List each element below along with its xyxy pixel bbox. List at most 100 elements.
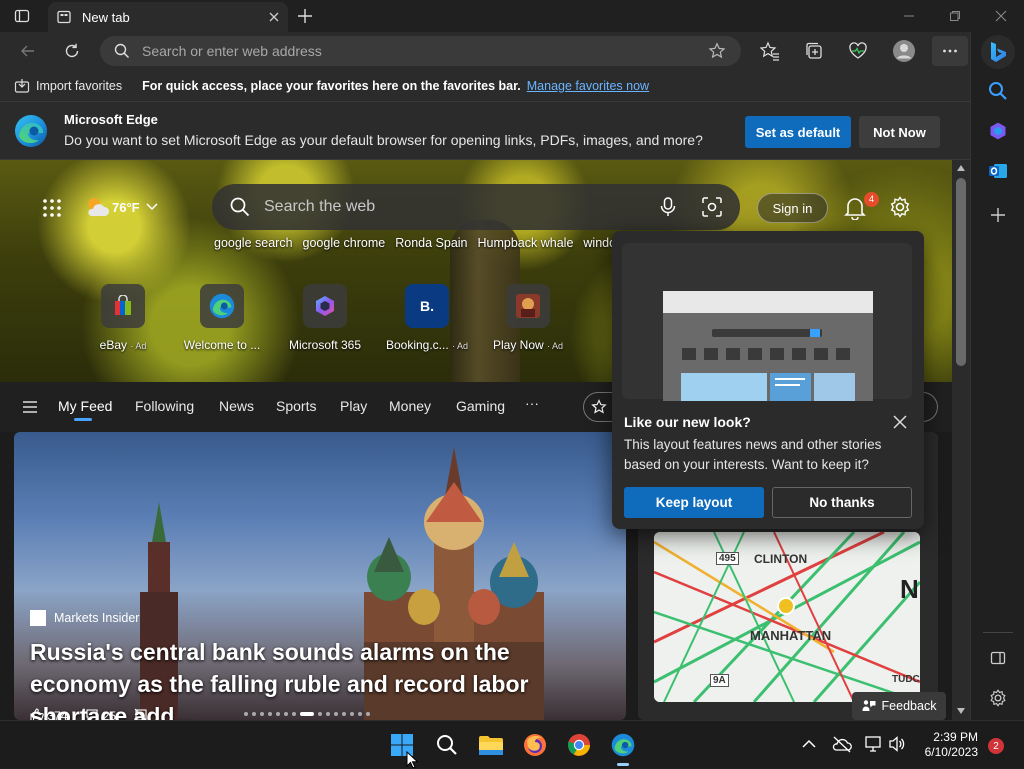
- quick-link-microsoft-365[interactable]: Microsoft 365: [270, 284, 380, 352]
- quick-link-welcome[interactable]: Welcome to ...: [167, 284, 277, 352]
- taskbar-search-icon[interactable]: [431, 729, 463, 761]
- feed-tab-my-feed[interactable]: My Feed: [58, 398, 112, 414]
- sign-in-button[interactable]: Sign in: [757, 193, 828, 223]
- trending-search-item[interactable]: google search: [214, 236, 293, 250]
- feed-more-button[interactable]: ···: [525, 395, 539, 411]
- minimize-icon[interactable]: [886, 0, 932, 32]
- favorite-star-icon[interactable]: [708, 42, 726, 60]
- carousel-dots[interactable]: [244, 712, 394, 718]
- hamburger-menu-icon[interactable]: [22, 400, 38, 414]
- sidebar-settings-gear-icon[interactable]: [983, 683, 1013, 713]
- page-settings-gear-icon[interactable]: [889, 196, 911, 218]
- import-favorites-button[interactable]: Import favorites: [36, 79, 122, 93]
- feed-tab-sports[interactable]: Sports: [276, 398, 316, 414]
- visual-search-icon[interactable]: [702, 197, 722, 217]
- browser-essentials-icon[interactable]: [842, 36, 874, 66]
- new-tab-plus-icon[interactable]: [296, 7, 314, 25]
- scroll-up-arrow-icon[interactable]: [957, 165, 965, 171]
- feed-tab-following[interactable]: Following: [135, 398, 194, 414]
- carousel-dot[interactable]: [342, 712, 346, 716]
- scrollbar-thumb[interactable]: [956, 178, 966, 366]
- notification-center-badge[interactable]: 2: [988, 738, 1004, 754]
- no-thanks-button[interactable]: No thanks: [772, 487, 912, 518]
- settings-more-icon[interactable]: [932, 36, 968, 66]
- feed-tab-money[interactable]: Money: [389, 398, 431, 414]
- personalize-star-button[interactable]: [583, 392, 615, 422]
- carousel-dot[interactable]: [358, 712, 362, 716]
- sidebar-microsoft-365-icon[interactable]: [983, 116, 1013, 146]
- sidebar-hide-icon[interactable]: [983, 643, 1013, 673]
- collections-icon[interactable]: [798, 36, 830, 66]
- article-reactions: 374 25: [30, 708, 148, 720]
- popup-close-icon[interactable]: [890, 412, 910, 432]
- tab-actions-icon[interactable]: [14, 8, 30, 24]
- active-tab-indicator: [74, 418, 92, 421]
- popup-description: This layout features news and other stor…: [624, 437, 882, 472]
- carousel-dot[interactable]: [334, 712, 338, 716]
- carousel-dot[interactable]: [292, 712, 296, 716]
- web-search-box[interactable]: [212, 184, 740, 230]
- network-icon[interactable]: [864, 735, 882, 753]
- comment-button[interactable]: 25: [85, 708, 116, 720]
- web-search-input[interactable]: [264, 198, 644, 216]
- quick-link-ebay[interactable]: eBay · Ad: [68, 284, 178, 352]
- feed-tab-play[interactable]: Play: [340, 398, 367, 414]
- keep-layout-button[interactable]: Keep layout: [624, 487, 764, 518]
- carousel-dot[interactable]: [318, 712, 322, 716]
- onedrive-offline-icon[interactable]: [832, 735, 852, 753]
- firefox-icon[interactable]: [519, 729, 551, 761]
- address-bar[interactable]: [100, 36, 741, 66]
- hide-story-icon[interactable]: [134, 708, 148, 720]
- weather-widget[interactable]: 76°F: [84, 196, 158, 218]
- refresh-icon[interactable]: [56, 36, 88, 66]
- carousel-dot[interactable]: [326, 712, 330, 716]
- trending-search-item[interactable]: google chrome: [303, 236, 386, 250]
- featured-article-card[interactable]: Markets Insider Russia's central bank so…: [14, 432, 626, 720]
- sidebar-add-icon[interactable]: [983, 200, 1013, 230]
- carousel-dot[interactable]: [350, 712, 354, 716]
- not-now-button[interactable]: Not Now: [859, 116, 940, 148]
- favorites-icon[interactable]: [754, 36, 786, 66]
- sidebar-outlook-icon[interactable]: [983, 156, 1013, 186]
- feed-tab-news[interactable]: News: [219, 398, 254, 414]
- file-explorer-icon[interactable]: [475, 729, 507, 761]
- traffic-map[interactable]: CLINTON MANHATTAN 495 9A N TUDC: [654, 532, 920, 702]
- carousel-dot[interactable]: [268, 712, 272, 716]
- volume-icon[interactable]: [888, 735, 906, 753]
- edge-taskbar-icon[interactable]: [607, 729, 639, 761]
- feedback-button[interactable]: Feedback: [852, 692, 946, 720]
- trending-search-item[interactable]: Humpback whale: [478, 236, 574, 250]
- tab-new-tab[interactable]: New tab: [48, 2, 288, 32]
- like-button[interactable]: 374: [30, 708, 67, 720]
- carousel-dot-active[interactable]: [300, 712, 314, 716]
- quick-link-play-now[interactable]: Play Now · Ad: [473, 284, 583, 352]
- carousel-dot[interactable]: [284, 712, 288, 716]
- manage-favorites-link[interactable]: Manage favorites now: [527, 79, 649, 93]
- show-hidden-icons-chevron-icon[interactable]: [802, 739, 816, 749]
- carousel-dot[interactable]: [276, 712, 280, 716]
- feed-tab-gaming[interactable]: Gaming: [456, 398, 505, 414]
- back-arrow-icon[interactable]: [12, 36, 44, 66]
- sidebar-search-icon[interactable]: [983, 76, 1013, 106]
- tab-close-icon[interactable]: [268, 11, 280, 23]
- page-scrollbar[interactable]: [952, 160, 970, 720]
- set-as-default-button[interactable]: Set as default: [745, 116, 851, 148]
- import-favorites-icon[interactable]: [14, 78, 30, 94]
- microphone-icon[interactable]: [660, 197, 676, 217]
- app-launcher-icon[interactable]: [42, 198, 62, 218]
- address-input[interactable]: [142, 43, 682, 59]
- bing-copilot-icon[interactable]: [981, 35, 1015, 69]
- carousel-dot[interactable]: [244, 712, 248, 716]
- carousel-dot[interactable]: [252, 712, 256, 716]
- close-window-icon[interactable]: [978, 0, 1024, 32]
- quick-link-booking[interactable]: B. Booking.c... · Ad: [372, 284, 482, 352]
- chrome-icon[interactable]: [563, 729, 595, 761]
- restore-icon[interactable]: [932, 0, 978, 32]
- profile-avatar-icon[interactable]: [888, 36, 920, 66]
- notifications-bell-icon[interactable]: [844, 196, 866, 220]
- carousel-dot[interactable]: [260, 712, 264, 716]
- scroll-down-arrow-icon[interactable]: [957, 708, 965, 714]
- carousel-dot[interactable]: [366, 712, 370, 716]
- trending-search-item[interactable]: Ronda Spain: [395, 236, 467, 250]
- system-clock[interactable]: 2:39 PM 6/10/2023: [920, 730, 978, 760]
